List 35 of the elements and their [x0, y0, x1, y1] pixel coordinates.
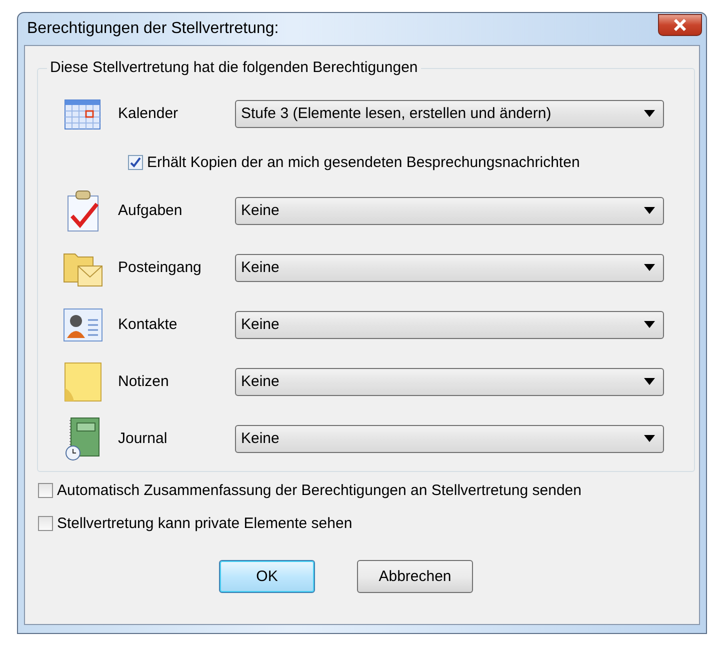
contact-card-icon — [63, 308, 103, 342]
folder-label: Kontakte — [118, 316, 178, 333]
group-title: Diese Stellvertretung hat die folgenden Berechtigungen — [47, 59, 421, 76]
checkbox[interactable] — [38, 483, 53, 498]
cancel-button[interactable]: Abbrechen — [357, 560, 473, 593]
permission-dropdown[interactable]: Stufe 3 (Elemente lesen, erstellen und ändern) — [235, 100, 664, 128]
caret-icon — [644, 264, 655, 271]
permission-dropdown[interactable]: Keine — [235, 196, 664, 224]
permission-dropdown[interactable]: Keine — [235, 310, 664, 338]
folder-label: Kalender — [118, 105, 180, 122]
window-title: Berechtigungen der Stellvertretung: — [27, 20, 279, 38]
checkbox-label: Stellvertretung kann private Elemente sehen — [57, 515, 352, 532]
checkbox[interactable] — [38, 516, 53, 531]
sticky-note-icon — [64, 362, 102, 402]
caret-icon — [644, 378, 655, 385]
permission-dropdown[interactable]: Keine — [235, 254, 664, 282]
checkbox-label: Automatisch Zusammenfassung der Berechtigungen an Stellvertretung senden — [57, 482, 582, 499]
checkbox-label: Erhält Kopien der an mich gesendeten Besprechungsnachrichten — [147, 154, 580, 170]
ok-button[interactable]: OK — [219, 560, 315, 593]
folder-label: Aufgaben — [118, 202, 184, 219]
folder-label: Posteingang — [118, 259, 202, 276]
caret-icon — [644, 435, 655, 442]
notebook-clock-icon — [65, 416, 101, 460]
folder-label: Journal — [118, 430, 168, 447]
calendar-icon — [64, 96, 102, 130]
permission-dropdown[interactable]: Keine — [235, 368, 664, 396]
close-button[interactable] — [658, 14, 702, 36]
checkbox[interactable] — [128, 154, 143, 170]
folder-label: Notizen — [118, 373, 170, 390]
caret-icon — [644, 321, 655, 328]
close-icon — [673, 19, 687, 31]
clipboard-check-icon — [65, 190, 101, 232]
caret-icon — [644, 110, 655, 117]
permission-dropdown[interactable]: Keine — [235, 424, 664, 452]
caret-icon — [644, 207, 655, 214]
